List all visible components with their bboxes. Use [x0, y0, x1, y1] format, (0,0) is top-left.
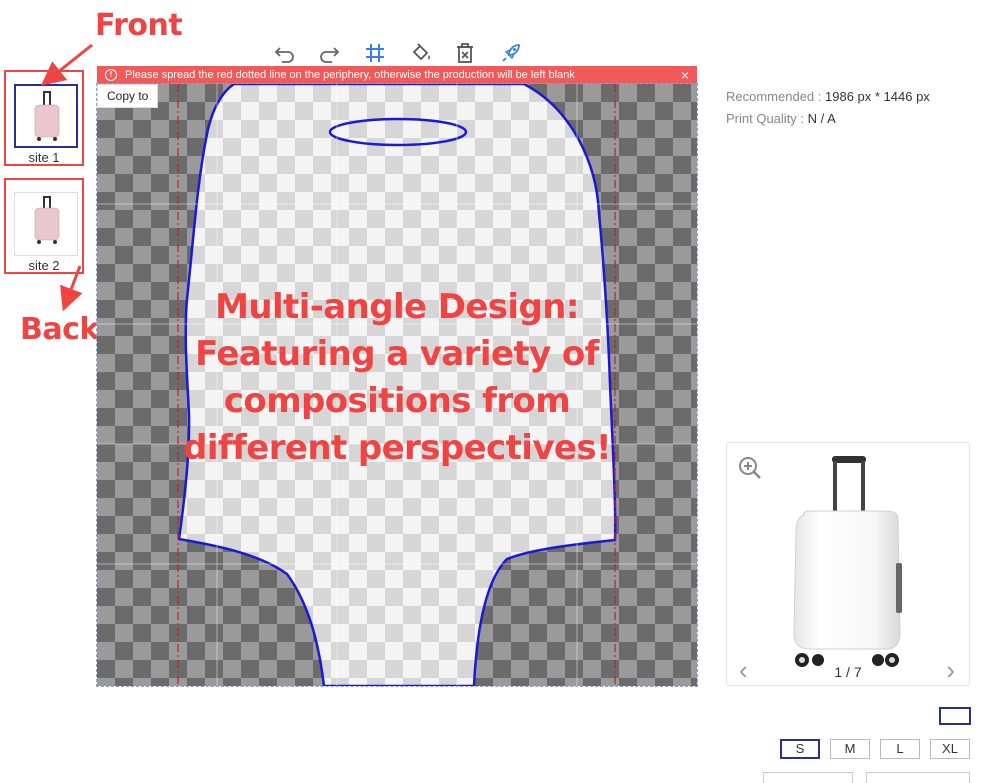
- size-s-button[interactable]: S: [780, 739, 820, 759]
- redo-button[interactable]: [316, 40, 342, 66]
- print-quality-line: Print Quality : N / A: [726, 111, 836, 126]
- size-l-button[interactable]: L: [880, 739, 920, 759]
- grid-toggle-button[interactable]: [362, 40, 388, 66]
- print-quality-value: N / A: [807, 111, 836, 126]
- recommended-label: Recommended :: [726, 89, 825, 104]
- grid-icon: [366, 44, 384, 62]
- close-warning-button[interactable]: ×: [681, 67, 689, 83]
- site-2-caption: site 2: [28, 258, 60, 273]
- color-swatch-white[interactable]: [939, 707, 971, 725]
- fill-icon: [412, 43, 430, 61]
- undo-icon: [274, 47, 294, 63]
- promo-line-4: different perspectives!: [183, 428, 611, 468]
- site-1-caption: site 1: [28, 150, 60, 165]
- delete-icon: [457, 43, 473, 63]
- preview-next-button[interactable]: ›: [946, 657, 955, 683]
- zoom-in-icon: [739, 457, 761, 479]
- site-1-luggage-image: [14, 84, 78, 148]
- warning-text: Please spread the red dotted line on the…: [125, 69, 575, 81]
- size-m-button[interactable]: M: [830, 739, 870, 759]
- copy-to-button[interactable]: Copy to: [97, 84, 159, 108]
- recommended-size-line: Recommended : 1986 px * 1446 px: [726, 89, 930, 104]
- product-preview-panel: ‹ 1 / 7 ›: [726, 442, 970, 686]
- back-annotation-label: Back: [20, 312, 99, 347]
- promo-line-3: compositions from: [223, 381, 571, 421]
- print-quality-label: Print Quality :: [726, 111, 808, 126]
- recommended-value: 1986 px * 1446 px: [825, 89, 930, 104]
- front-annotation-label: Front: [95, 8, 183, 43]
- site-2-luggage-image: [14, 192, 78, 256]
- promo-overlay-text: Multi-angle Design: Featuring a variety …: [97, 284, 697, 472]
- zoom-button[interactable]: [737, 455, 763, 486]
- info-icon: !: [105, 69, 117, 81]
- delete-button[interactable]: [452, 40, 478, 66]
- fill-button[interactable]: [408, 40, 434, 66]
- undo-button[interactable]: [272, 40, 298, 66]
- design-canvas[interactable]: Copy to Multi-angle Design: Featuring a …: [96, 83, 698, 687]
- luggage-preview-image: [793, 456, 902, 667]
- preview-counter: 1 / 7: [834, 664, 862, 680]
- redo-icon: [320, 47, 340, 63]
- site-2-thumbnail[interactable]: site 2: [4, 178, 84, 274]
- promo-line-1: Multi-angle Design:: [215, 287, 579, 327]
- size-xl-button[interactable]: XL: [930, 739, 970, 759]
- launch-button[interactable]: [498, 40, 524, 66]
- warning-banner: ! Please spread the red dotted line on t…: [97, 66, 697, 84]
- site-1-thumbnail[interactable]: site 1: [4, 70, 84, 166]
- promo-line-2: Featuring a variety of: [195, 334, 599, 374]
- rocket-icon: [502, 44, 520, 62]
